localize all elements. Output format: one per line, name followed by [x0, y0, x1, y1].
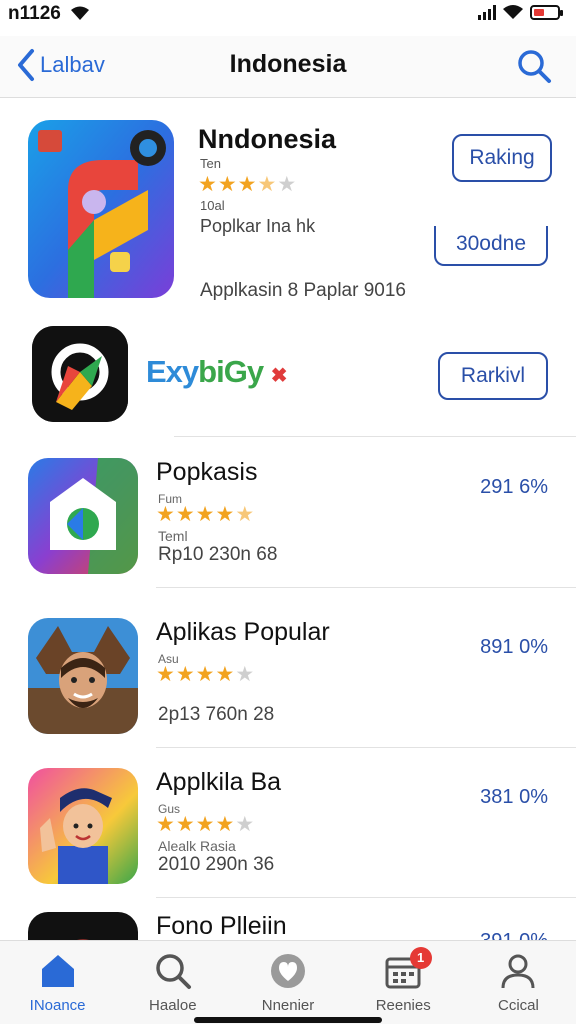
star-icon: ★: [215, 813, 236, 836]
app-title: Popkasis: [156, 458, 258, 486]
star-icon: ★: [195, 813, 216, 836]
person-icon: [501, 954, 535, 989]
search-icon: [156, 954, 191, 989]
star-icon: ★: [195, 503, 216, 526]
featured-app-subtitle: Ten: [200, 156, 221, 171]
promo-app-icon[interactable]: [32, 326, 128, 422]
star-icon: ★: [237, 173, 258, 196]
app-rating: ★★★★★: [156, 662, 255, 687]
featured-app-category: 10al: [200, 198, 225, 213]
app-meta: 2p13 760n 28: [158, 704, 275, 725]
list-item[interactable]: Aplikas Popular Asu ★★★★★ 2p13 760n 28 8…: [0, 598, 576, 748]
home-indicator: [194, 1017, 382, 1023]
featured-app: Nndonesia Ten ★★★★★ 10al Poplkar Ina hk …: [0, 100, 576, 318]
star-icon: ★: [235, 503, 256, 526]
promo-logo: ExybiGy ✖: [146, 354, 288, 390]
tab-label: Reenies: [375, 997, 431, 1014]
divider: [156, 587, 576, 588]
star-icon: ★: [175, 503, 196, 526]
app-value: 891 0%: [480, 636, 548, 658]
list-item[interactable]: Applkila Ba Gus ★★★★★ Alealk Rasia 2010 …: [0, 748, 576, 898]
app-rating: ★★★★★: [156, 812, 255, 837]
star-icon: ★: [175, 813, 196, 836]
star-icon: ★: [235, 813, 256, 836]
star-icon: ★: [217, 173, 238, 196]
status-bar: n1126: [0, 0, 576, 36]
page-title: Indonesia: [229, 50, 347, 78]
app-title: Applkila Ba: [156, 768, 282, 796]
star-icon: ★: [156, 813, 176, 836]
app-icon: [28, 458, 138, 574]
tab-favorites[interactable]: Nnenier: [230, 941, 345, 1024]
app-icon: [28, 768, 138, 884]
app-icon: [28, 618, 138, 734]
star-icon: ★: [277, 173, 298, 196]
star-icon: ★: [175, 663, 196, 686]
tab-label: INoance: [29, 997, 86, 1014]
tab-search[interactable]: Haaloe: [115, 941, 230, 1024]
star-icon: ★: [198, 173, 218, 196]
tab-label: Nnenier: [261, 997, 315, 1014]
tab-updates[interactable]: 1 Reenies: [346, 941, 461, 1024]
search-icon[interactable]: [516, 48, 552, 84]
app-rating: ★★★★★: [156, 502, 255, 527]
notification-badge: 1: [409, 947, 432, 969]
app-meta: 2010 290n 36: [158, 854, 275, 875]
star-icon: ★: [195, 663, 216, 686]
star-icon: ★: [215, 663, 236, 686]
tab-label: Haaloe: [149, 997, 197, 1014]
app-category: Alealk Rasia: [158, 838, 236, 854]
app-title: Fono Plleiin: [156, 912, 287, 940]
ranking-button[interactable]: Raking: [452, 134, 552, 182]
status-indicators: [478, 4, 563, 20]
secondary-button[interactable]: 30odne: [434, 226, 548, 266]
star-icon: ★: [257, 173, 278, 196]
list-item[interactable]: Popkasis Fum ★★★★★ Teml Rp10 230n 68 291…: [0, 438, 576, 588]
promo-logo-part2: biGy: [198, 354, 264, 389]
tab-bar: INoance Haaloe Nnenier 1 Reenies Ccical: [0, 940, 576, 1024]
tab-label: Ccical: [497, 997, 539, 1014]
wifi-icon: [503, 5, 523, 19]
featured-app-description: Poplkar Ina hk: [200, 216, 316, 236]
tab-home[interactable]: INoance: [0, 941, 115, 1024]
featured-app-icon[interactable]: [28, 120, 174, 298]
featured-app-rating: ★★★★★: [198, 172, 297, 197]
promo-logo-mark: ✖: [270, 365, 288, 387]
star-icon: ★: [156, 503, 176, 526]
star-icon: ★: [235, 663, 256, 686]
status-time: n1126: [8, 3, 61, 24]
signal-icon: [478, 4, 496, 20]
featured-app-title: Nndonesia: [198, 124, 337, 154]
tab-account[interactable]: Ccical: [461, 941, 576, 1024]
app-value: 291 6%: [480, 476, 548, 498]
featured-app-caption: Applkasin 8 Paplar 9016: [200, 280, 406, 301]
star-icon: ★: [156, 663, 176, 686]
app-category: Teml: [158, 528, 188, 544]
star-icon: ★: [215, 503, 236, 526]
navigation-bar: Lalbav Indonesia: [0, 36, 576, 98]
app-title: Aplikas Popular: [156, 618, 330, 646]
app-meta: Rp10 230n 68: [158, 544, 278, 565]
promo-logo-part1: Exy: [146, 354, 199, 389]
promo-ranking-button[interactable]: Rarkivl: [438, 352, 548, 400]
home-icon: [41, 955, 74, 987]
app-value: 381 0%: [480, 786, 548, 808]
wifi-icon: [71, 6, 89, 20]
divider: [174, 436, 576, 437]
promo-row: ExybiGy ✖ Rarkivl: [0, 318, 576, 436]
heart-icon: [271, 954, 305, 988]
battery-icon: [530, 4, 563, 20]
